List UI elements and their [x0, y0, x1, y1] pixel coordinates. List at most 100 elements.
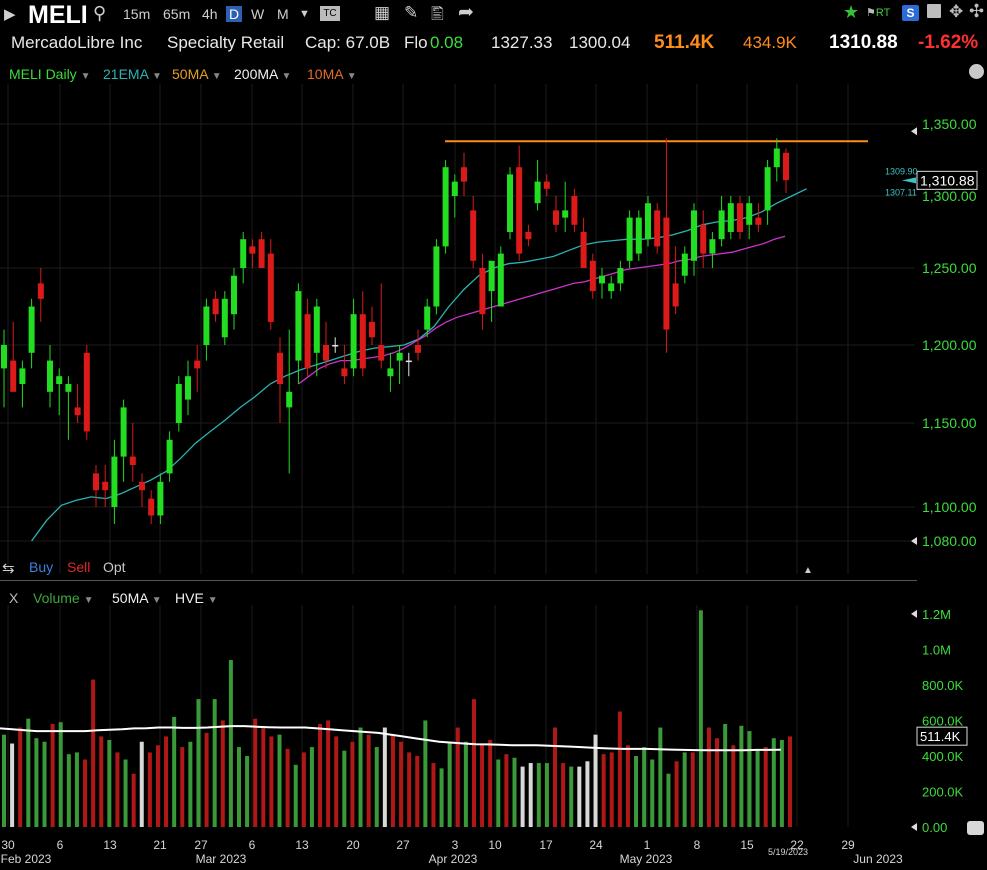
candle-body	[534, 181, 541, 204]
pencil-icon[interactable]: ✎	[404, 3, 418, 23]
volume-bar	[609, 752, 614, 827]
symbol-label[interactable]: MELI	[28, 1, 88, 30]
change-value: 0.08	[430, 33, 464, 52]
rt-indicator[interactable]: ⚑RT	[866, 6, 890, 19]
volume-bar	[674, 761, 679, 827]
candle	[369, 306, 375, 345]
candle-body	[74, 407, 81, 416]
candle	[497, 246, 504, 307]
buy-link[interactable]: Buy	[29, 559, 53, 575]
candle-body	[148, 498, 155, 516]
volume-tick-label: 200.0K	[922, 784, 964, 799]
volume-bar	[123, 759, 128, 827]
candle-body	[773, 148, 780, 168]
month-label: Apr 2023	[429, 852, 478, 866]
candle	[304, 298, 311, 377]
price-chart[interactable]: 1,080.00 1,100.00 1,150.00 1,200.00 1,250.00…	[0, 84, 987, 584]
candle	[691, 203, 697, 276]
volume-bar	[334, 736, 339, 827]
candle	[571, 188, 578, 232]
volume-bar	[228, 660, 233, 827]
arrow-right-icon[interactable]: ▶	[4, 5, 16, 23]
candle	[37, 268, 44, 322]
candle-body	[617, 268, 624, 284]
tab-daily[interactable]: D	[226, 6, 243, 22]
candle-body	[56, 376, 63, 384]
volume-bar	[18, 727, 23, 827]
current-date-label: 5/19/2023	[768, 847, 808, 857]
close-volume-button[interactable]: X	[9, 590, 18, 606]
collapse-up-icon[interactable]: ▲	[803, 565, 813, 576]
volume-ma-line	[0, 725, 781, 752]
volume-bar	[131, 773, 136, 827]
volume-bar	[763, 747, 768, 827]
candle-body	[19, 368, 26, 384]
study-10ma[interactable]: 10MA ▼	[307, 66, 357, 82]
last-price-label: 1,310.88	[920, 172, 975, 188]
high-value: 1327.33	[491, 33, 553, 52]
star-icon[interactable]: ★	[843, 2, 859, 23]
expand-icon[interactable]: ✣	[969, 1, 984, 22]
chart-type-icon[interactable]: TC	[320, 6, 340, 21]
candle-body	[488, 260, 495, 292]
study-21ema[interactable]: 21EMA ▼	[103, 66, 162, 82]
float-label: Flo	[404, 33, 428, 52]
study-main[interactable]: MELI Daily ▼	[9, 66, 90, 82]
candle-body	[111, 456, 118, 507]
volume-bar	[10, 743, 15, 827]
move-icon[interactable]: ✥	[949, 2, 963, 22]
volume-study[interactable]: Volume ▼	[33, 590, 94, 606]
study-200ma[interactable]: 200MA ▼	[234, 66, 291, 82]
price-tick-label: 1,100.00	[922, 499, 977, 515]
candle	[240, 232, 247, 284]
candle-body	[405, 360, 412, 363]
tab-monthly[interactable]: M	[277, 6, 289, 22]
volume-tick-label: 1.0M	[922, 642, 951, 657]
swap-icon[interactable]: ⇆	[2, 559, 15, 577]
price-tick-label: 1,080.00	[922, 533, 977, 549]
candle-body	[83, 352, 90, 432]
candle-body	[387, 368, 394, 377]
candle-body	[369, 321, 375, 338]
volume-tick-label: 400.0K	[922, 749, 964, 764]
candle	[488, 260, 495, 322]
candle-body	[221, 298, 228, 338]
date-tick-label: 29	[841, 838, 855, 852]
volume-bar	[188, 741, 193, 827]
tab-15m[interactable]: 15m	[123, 6, 150, 22]
candle	[47, 345, 53, 408]
candle	[405, 352, 412, 377]
save-icon[interactable]	[927, 4, 941, 18]
tab-weekly[interactable]: W	[251, 6, 264, 22]
search-icon[interactable]: ⚲	[93, 3, 106, 24]
volume-bar	[180, 747, 185, 827]
volume-bar	[544, 763, 549, 827]
tab-65m[interactable]: 65m	[163, 6, 190, 22]
candle-body	[47, 360, 53, 392]
chevron-down-icon[interactable]: ▼	[299, 8, 310, 20]
opt-link[interactable]: Opt	[103, 559, 126, 575]
sell-link[interactable]: Sell	[67, 559, 90, 575]
market-cap: Cap: 67.0B	[305, 33, 391, 52]
candle	[111, 439, 118, 524]
candle-body	[65, 384, 72, 392]
panel-divider[interactable]	[0, 580, 917, 581]
study-50ma[interactable]: 50MA ▼	[172, 66, 222, 82]
tab-4h[interactable]: 4h	[202, 6, 218, 22]
folder-icon[interactable]: 🖺	[431, 3, 444, 30]
volume-50ma[interactable]: 50MA ▼	[112, 590, 162, 606]
volume-bar	[504, 754, 509, 827]
volume-hve[interactable]: HVE ▼	[175, 590, 218, 606]
settings-icon[interactable]	[969, 64, 984, 79]
candle-body	[212, 298, 219, 315]
volume-chart[interactable]: 1.2M 1.0M 800.0K 600.0K 400.0K 200.0K 0.00 511.…	[0, 605, 987, 870]
volume-bar	[617, 711, 622, 827]
volume-bar	[399, 741, 404, 827]
s-badge-icon[interactable]: S	[902, 5, 919, 21]
share-icon[interactable]: ➦	[458, 1, 474, 24]
candle-body	[497, 253, 504, 307]
candle-body	[102, 481, 109, 491]
calculator-icon[interactable]: ▦	[374, 3, 390, 23]
candle-body	[231, 275, 237, 315]
volume-bar	[512, 757, 517, 827]
